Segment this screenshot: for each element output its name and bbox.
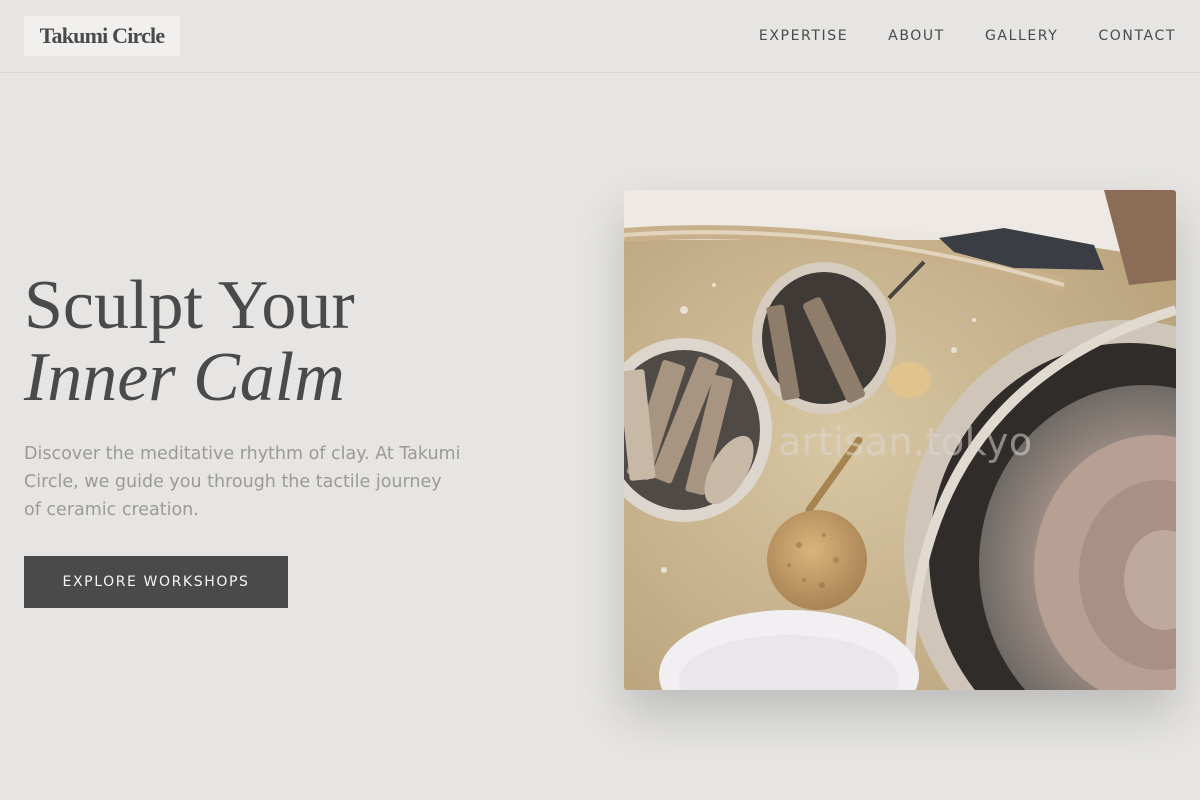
hero-image: artisan.tokyo xyxy=(624,190,1176,690)
nav-link-contact[interactable]: CONTACT xyxy=(1098,26,1176,46)
hero-title: Sculpt Your Inner Calm xyxy=(24,270,355,414)
hero-title-line2: Inner Calm xyxy=(24,339,345,416)
logo[interactable]: Takumi Circle xyxy=(24,16,180,56)
nav-link-about[interactable]: ABOUT xyxy=(888,26,945,46)
main-nav: EXPERTISE ABOUT GALLERY CONTACT xyxy=(759,26,1176,46)
watermark: artisan.tokyo xyxy=(778,420,1033,464)
hero-title-line1: Sculpt Your xyxy=(24,267,355,344)
hero-description: Discover the meditative rhythm of clay. … xyxy=(24,444,461,520)
nav-link-expertise[interactable]: EXPERTISE xyxy=(759,26,848,46)
explore-workshops-button[interactable]: EXPLORE WORKSHOPS xyxy=(24,556,288,608)
nav-link-gallery[interactable]: GALLERY xyxy=(985,26,1058,46)
site-header: Takumi Circle EXPERTISE ABOUT GALLERY CO… xyxy=(0,0,1200,73)
